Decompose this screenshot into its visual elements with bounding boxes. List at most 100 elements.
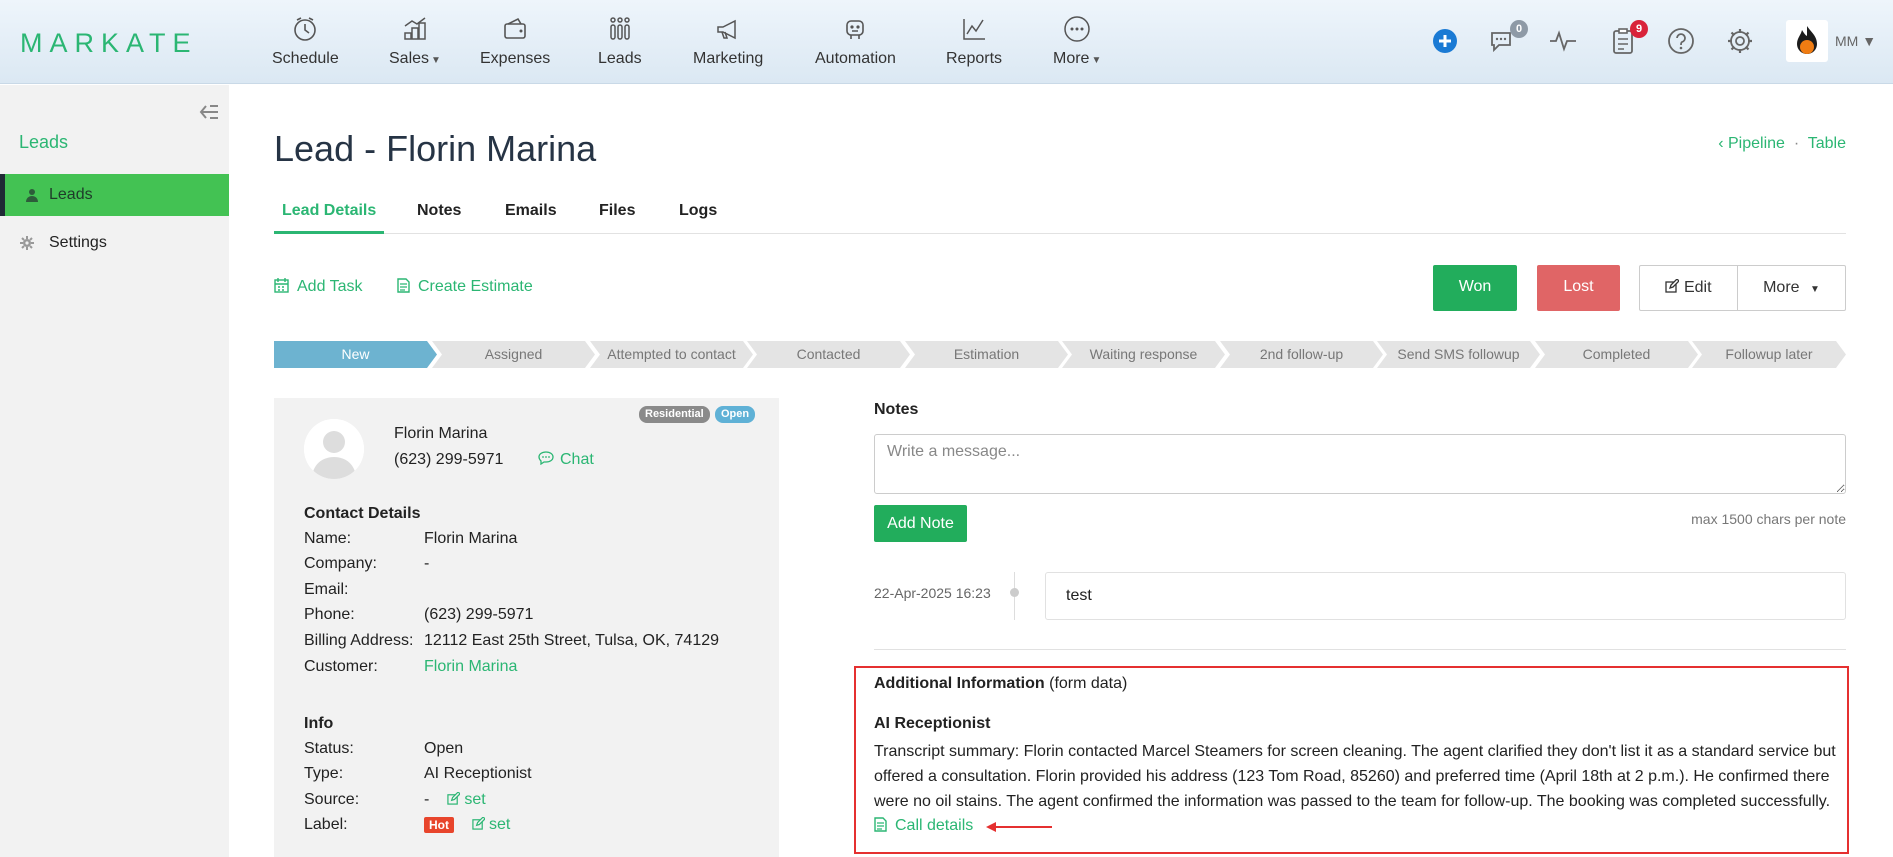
wallet-icon <box>504 17 526 39</box>
nav-label: Automation <box>815 50 896 67</box>
markate-logo[interactable]: MARKATE <box>20 28 198 59</box>
stage-contacted[interactable]: Contacted <box>747 341 910 368</box>
ellipsis-circle-icon <box>1064 16 1090 42</box>
stage-estimation[interactable]: Estimation <box>905 341 1068 368</box>
tasks-button[interactable]: 9 <box>1607 20 1648 57</box>
stage-send-sms-followup[interactable]: Send SMS followup <box>1377 341 1540 368</box>
collapse-sidebar-icon[interactable] <box>198 103 220 121</box>
lead-name: Florin Marina <box>394 425 488 442</box>
sidebar-item-leads[interactable]: Leads <box>0 174 229 216</box>
stage-assigned[interactable]: Assigned <box>432 341 595 368</box>
info-title: Info <box>304 715 334 732</box>
tab-emails[interactable]: Emails <box>497 202 565 234</box>
add-circle-icon[interactable] <box>1429 25 1461 57</box>
call-details-label: Call details <box>895 817 974 834</box>
note-timestamp: 22-Apr-2025 16:23 <box>874 585 991 601</box>
field-key: Type: <box>304 765 344 782</box>
nav-leads[interactable]: Leads <box>598 14 642 68</box>
help-icon[interactable] <box>1665 25 1697 57</box>
stage-waiting-response[interactable]: Waiting response <box>1062 341 1225 368</box>
field-key: Email: <box>304 581 349 598</box>
sales-chart-icon <box>404 17 426 40</box>
tab-files[interactable]: Files <box>591 202 643 234</box>
robot-icon <box>846 20 865 39</box>
nav-automation[interactable]: Automation <box>815 14 896 68</box>
more-label: More <box>1763 279 1800 296</box>
field-key: Customer: <box>304 658 378 675</box>
nav-marketing[interactable]: Marketing <box>693 14 763 68</box>
tab-notes[interactable]: Notes <box>409 202 469 234</box>
additional-info-subtitle: (form data) <box>1049 675 1128 692</box>
table-link[interactable]: Table <box>1808 135 1846 152</box>
divider <box>874 649 1846 650</box>
nav-label: Marketing <box>693 50 764 67</box>
call-details-link[interactable]: Call details <box>874 817 973 835</box>
pipeline-stages: New Assigned Attempted to contact Contac… <box>274 341 1846 368</box>
customer-link[interactable]: Florin Marina <box>424 658 517 676</box>
tab-logs[interactable]: Logs <box>671 202 725 234</box>
field-key: Label: <box>304 816 348 833</box>
field-value: 12112 East 25th Street, Tulsa, OK, 74129 <box>424 632 720 649</box>
won-button[interactable]: Won <box>1433 265 1517 311</box>
edit-more-group: Edit More ▼ <box>1639 265 1846 311</box>
gear-icon[interactable] <box>1724 25 1756 57</box>
add-task-link[interactable]: Add Task <box>274 278 363 296</box>
page-title: Lead - Florin Marina <box>274 128 597 169</box>
stage-completed[interactable]: Completed <box>1535 341 1698 368</box>
edit-button[interactable]: Edit <box>1640 266 1738 310</box>
chat-icon <box>538 451 554 466</box>
stage-2nd-follow-up[interactable]: 2nd follow-up <box>1220 341 1383 368</box>
calendar-icon <box>274 278 289 293</box>
note-char-limit: max 1500 chars per note <box>1691 511 1846 527</box>
line-chart-icon <box>963 19 986 40</box>
residential-badge: Residential <box>639 406 710 423</box>
more-dropdown-button[interactable]: More ▼ <box>1738 266 1845 310</box>
additional-info-header: Additional Information (form data) <box>874 675 1127 693</box>
lost-button[interactable]: Lost <box>1537 265 1620 311</box>
separator: · <box>1793 135 1800 152</box>
edit-icon <box>1665 278 1681 293</box>
sidebar-item-settings[interactable]: Settings <box>0 222 229 264</box>
status-badge: Open <box>715 406 756 423</box>
tab-bar: Lead Details Notes Emails Files Logs <box>274 196 1846 234</box>
avatar[interactable] <box>1786 20 1828 62</box>
sidebar-item-label: Settings <box>49 234 107 251</box>
set-label-link[interactable]: set <box>472 816 510 833</box>
chat-link[interactable]: Chat <box>538 451 594 469</box>
nav-more[interactable]: More ▼ <box>1053 14 1101 68</box>
pipeline-link[interactable]: ‹ Pipeline <box>1718 135 1785 152</box>
messages-badge: 0 <box>1510 20 1528 38</box>
field-value: Florin Marina <box>424 530 518 547</box>
nav-label: More <box>1053 50 1090 67</box>
messages-button[interactable]: 0 <box>1487 20 1528 57</box>
set-label: set <box>489 816 511 833</box>
field-value: AI Receptionist <box>424 765 532 782</box>
avatar <box>304 419 364 479</box>
stage-new[interactable]: New <box>274 341 437 368</box>
nav-label: Reports <box>946 50 1003 67</box>
stage-attempted-to-contact[interactable]: Attempted to contact <box>590 341 753 368</box>
additional-info-box: Additional Information (form data) AI Re… <box>854 666 1849 854</box>
nav-sales[interactable]: Sales ▼ <box>389 14 441 68</box>
stage-followup-later[interactable]: Followup later <box>1692 341 1846 368</box>
set-source-link[interactable]: set <box>447 791 486 808</box>
note-message-input[interactable] <box>874 434 1846 494</box>
activity-pulse-icon[interactable] <box>1547 25 1579 57</box>
top-navbar: MARKATE Schedule Sales ▼ Expenses Leads M… <box>0 0 1893 84</box>
edit-label: Edit <box>1683 279 1712 296</box>
person-placeholder-icon <box>304 419 364 479</box>
nav-expenses[interactable]: Expenses <box>480 14 550 68</box>
create-estimate-label: Create Estimate <box>418 278 533 295</box>
add-note-button[interactable]: Add Note <box>874 505 967 542</box>
nav-label: Expenses <box>480 50 551 67</box>
user-menu[interactable]: MM ▼ <box>1835 33 1876 49</box>
chevron-down-icon: ▼ <box>1091 55 1102 66</box>
create-estimate-link[interactable]: Create Estimate <box>397 278 533 296</box>
contact-details-title: Contact Details <box>304 505 421 522</box>
tab-lead-details[interactable]: Lead Details <box>274 202 385 234</box>
nav-reports[interactable]: Reports <box>946 14 1002 68</box>
nav-schedule[interactable]: Schedule <box>272 14 339 68</box>
timeline-dot <box>1010 588 1019 597</box>
lead-card: Residential Open Florin Marina (623) 299… <box>274 398 779 857</box>
pipeline-link-label: Pipeline <box>1727 135 1785 152</box>
